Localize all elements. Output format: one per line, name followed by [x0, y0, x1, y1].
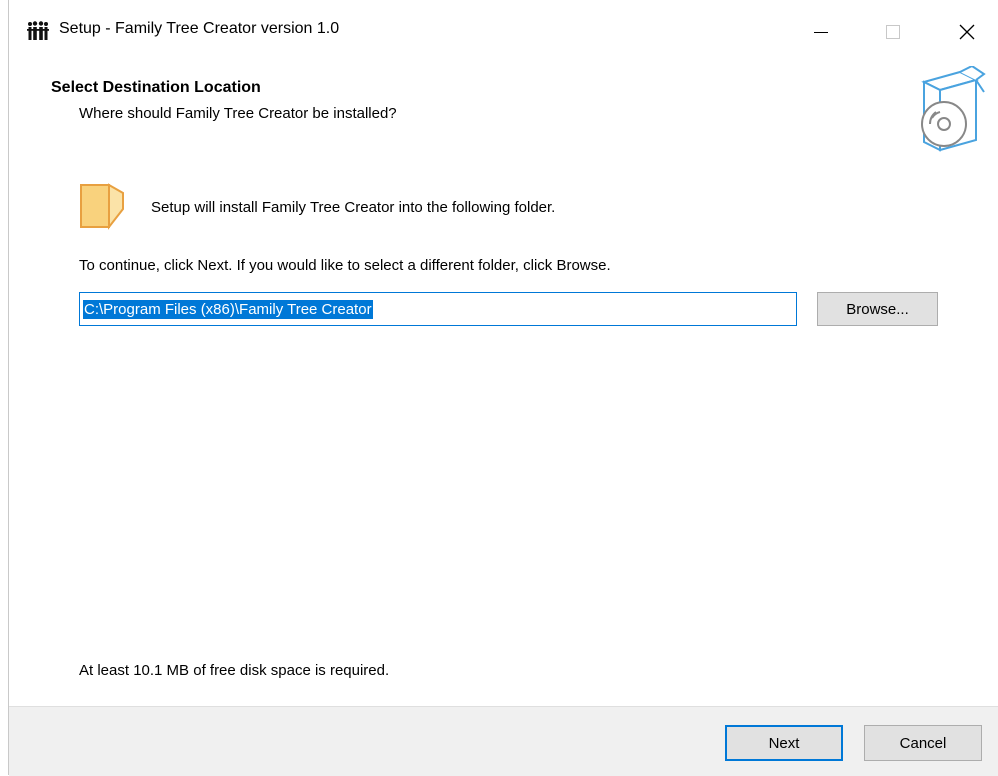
continue-instructions: To continue, click Next. If you would li… — [79, 257, 611, 274]
close-button[interactable] — [945, 14, 989, 50]
folder-description: Setup will install Family Tree Creator i… — [151, 199, 556, 216]
close-icon — [959, 24, 975, 40]
cancel-button[interactable]: Cancel — [864, 725, 982, 761]
maximize-button[interactable] — [871, 14, 915, 50]
minimize-button[interactable] — [799, 14, 843, 50]
destination-path-value: C:\Program Files (x86)\Family Tree Creat… — [83, 299, 373, 319]
disk-space-requirement: At least 10.1 MB of free disk space is r… — [79, 662, 390, 679]
minimize-icon — [814, 32, 828, 33]
folder-icon — [79, 181, 127, 231]
title-bar[interactable]: Setup - Family Tree Creator version 1.0 — [9, 0, 998, 64]
install-box-disc-icon — [914, 64, 986, 156]
browse-button[interactable]: Browse... — [817, 292, 938, 326]
page-title: Select Destination Location — [51, 79, 261, 96]
button-bar: Next Cancel — [9, 706, 998, 776]
setup-window: Setup - Family Tree Creator version 1.0 … — [8, 0, 998, 776]
next-button[interactable]: Next — [725, 725, 843, 761]
maximize-icon — [886, 25, 900, 39]
page-subtitle: Where should Family Tree Creator be inst… — [79, 105, 397, 122]
family-icon — [27, 21, 49, 41]
window-title: Setup - Family Tree Creator version 1.0 — [59, 20, 340, 37]
destination-path-input[interactable]: C:\Program Files (x86)\Family Tree Creat… — [79, 292, 797, 326]
